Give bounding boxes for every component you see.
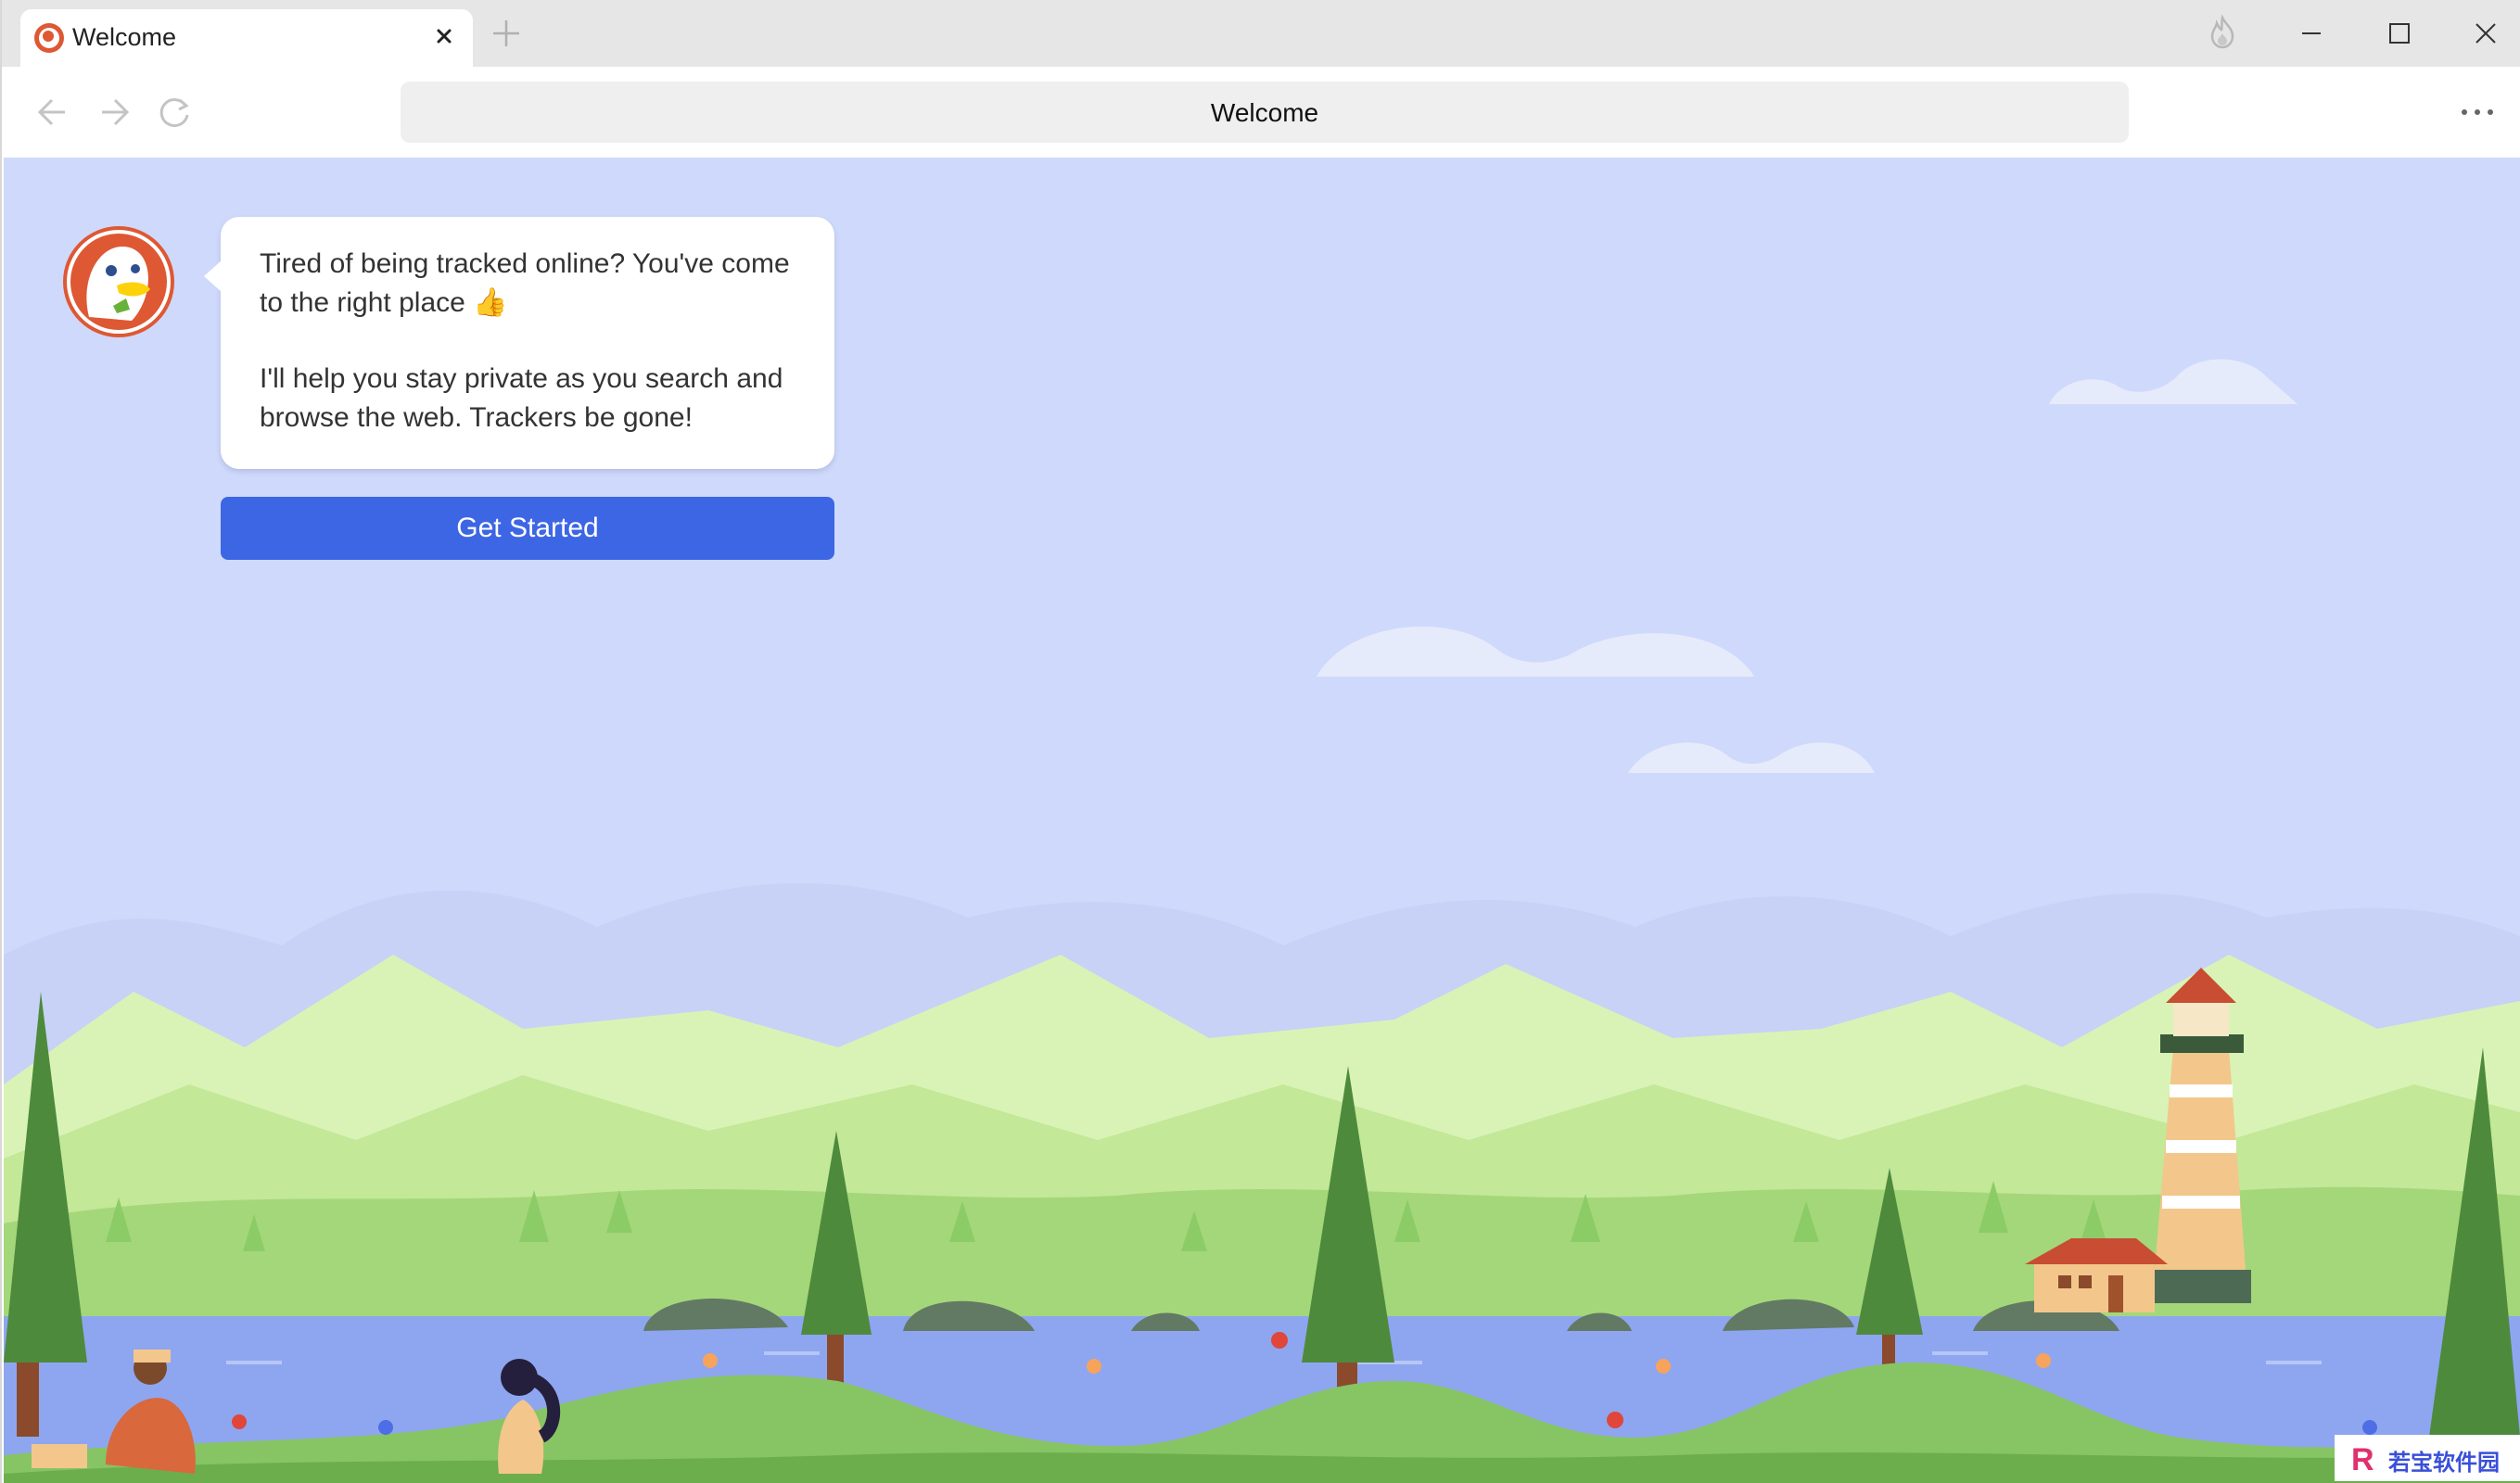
duckduckgo-favicon-icon (34, 23, 64, 53)
watermark-logo-icon: R (2351, 1442, 2374, 1477)
maximize-icon[interactable] (2375, 11, 2422, 56)
welcome-message-line-2: I'll help you stay private as you search… (260, 363, 783, 433)
address-text: Welcome (1210, 98, 1319, 127)
browser-window: Welcome Welcome Tired of being tracked o… (0, 0, 2520, 1483)
welcome-page: Tired of being tracked online? You've co… (4, 158, 2520, 1483)
window-close-icon[interactable] (2463, 11, 2509, 56)
title-bar: Welcome (2, 0, 2520, 67)
more-menu-icon[interactable] (2457, 95, 2498, 130)
reload-icon[interactable] (152, 89, 198, 135)
tab-title: Welcome (72, 23, 177, 51)
watermark-text: 若宝软件园 (2388, 1451, 2500, 1476)
bubble-tail (204, 260, 223, 293)
tab-close-icon[interactable] (428, 20, 460, 52)
welcome-message-line-1: Tired of being tracked online? You've co… (260, 248, 790, 318)
forward-arrow-icon[interactable] (91, 89, 137, 135)
new-tab-button[interactable] (488, 15, 525, 52)
duckduckgo-logo-icon (63, 226, 174, 337)
welcome-message-bubble: Tired of being tracked online? You've co… (204, 217, 834, 469)
get-started-button[interactable]: Get Started (221, 497, 834, 560)
toolbar: Welcome (2, 67, 2520, 158)
minimize-icon[interactable] (2288, 11, 2335, 56)
address-bar[interactable]: Welcome (401, 82, 2129, 143)
fire-icon[interactable] (2205, 15, 2240, 50)
back-arrow-icon[interactable] (30, 89, 76, 135)
tab-welcome[interactable]: Welcome (20, 9, 473, 67)
watermark: R 若宝软件园 (2335, 1435, 2520, 1481)
